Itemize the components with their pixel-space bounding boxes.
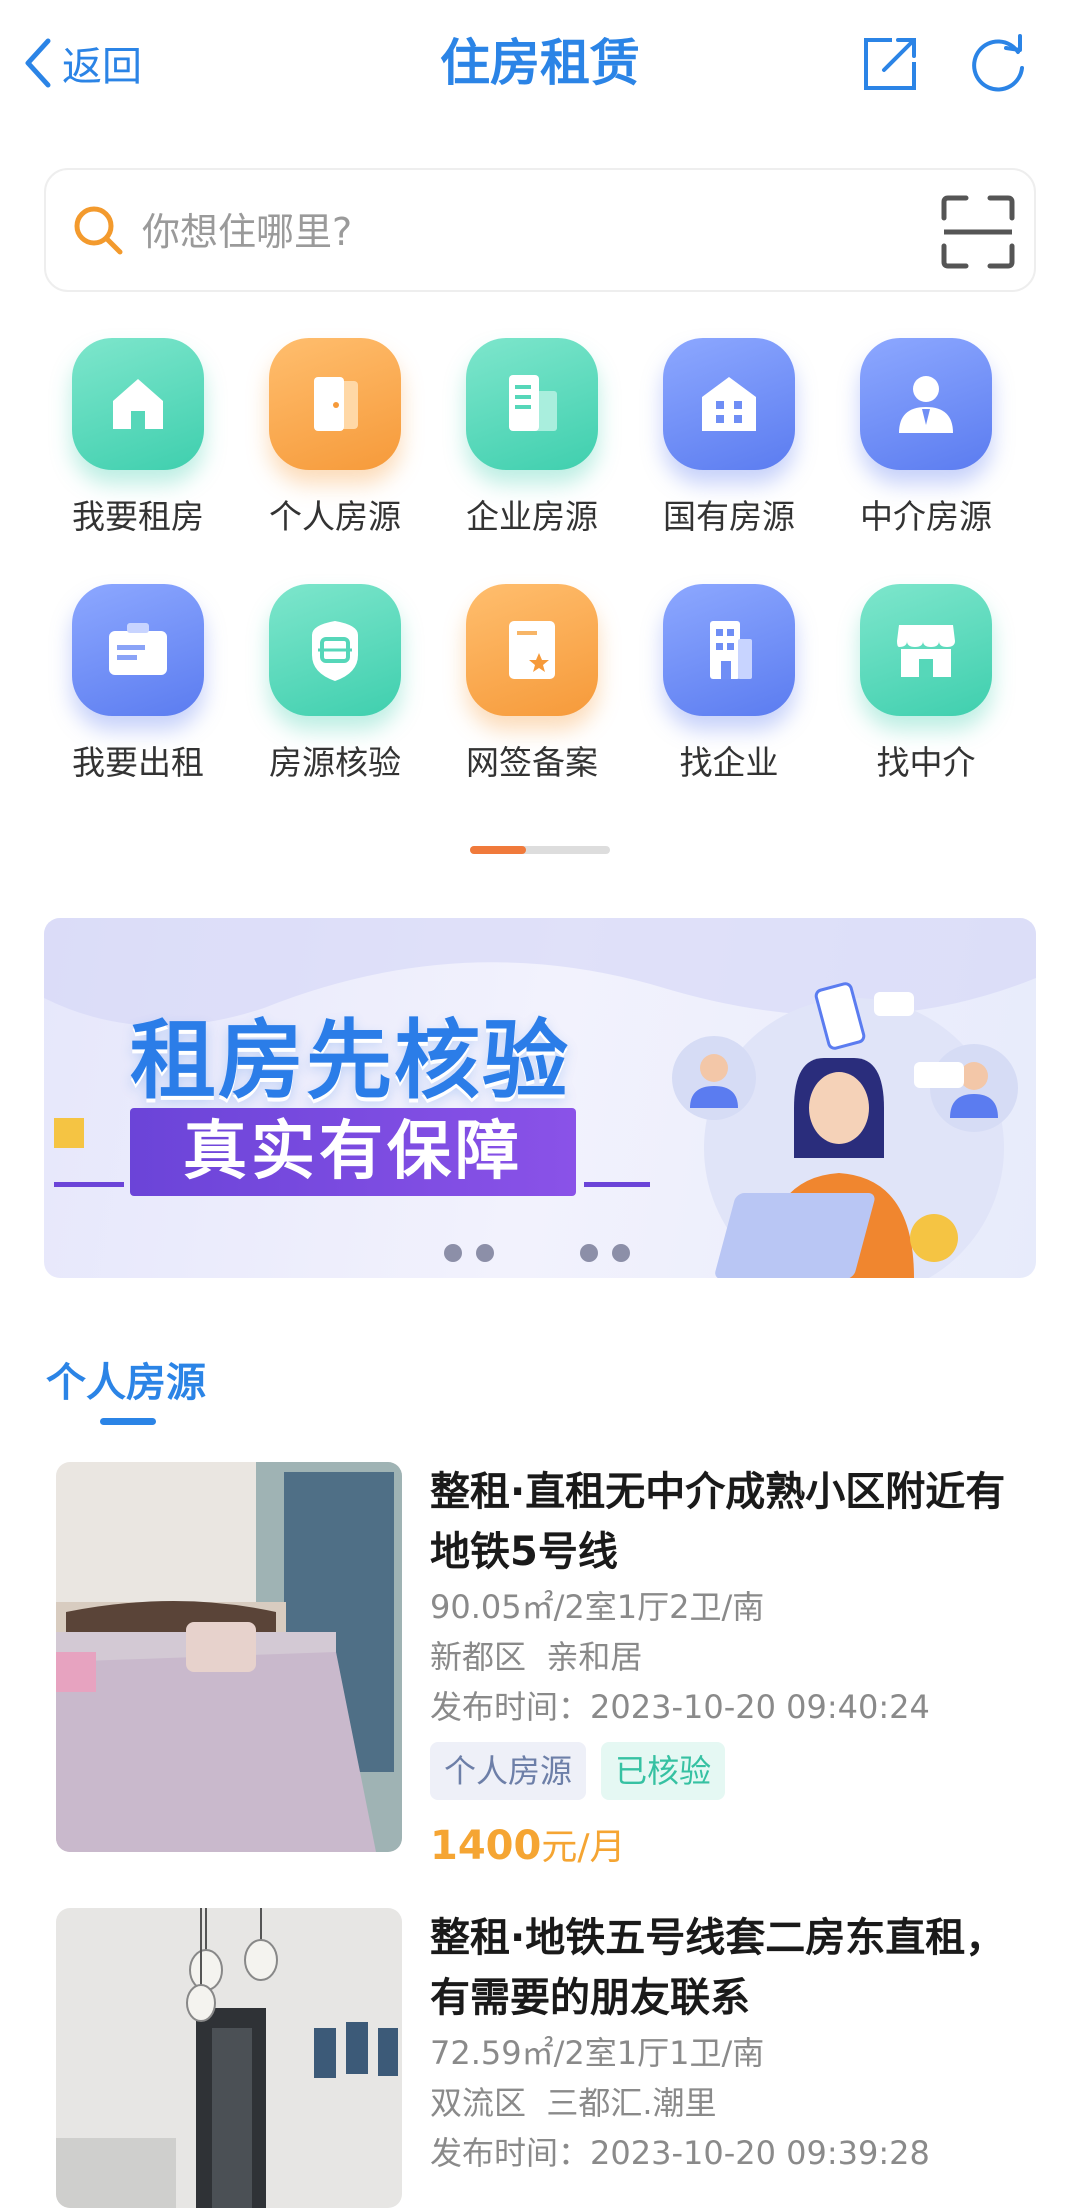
grid-item-listing-verify[interactable]: 房源核验 [227, 576, 423, 786]
grid-item-find-agency[interactable]: 找中介 [818, 576, 1014, 786]
price-unit: 元/月 [541, 1827, 626, 1868]
listing-tags: 个人房源 已核验 [430, 1742, 1040, 1804]
tile [466, 338, 598, 470]
grid-item-rent-out[interactable]: 我要出租 [30, 576, 226, 786]
grid-label: 国有房源 [663, 497, 795, 536]
grid-label: 我要租房 [72, 497, 204, 536]
promo-banner[interactable]: 租房先核验 真实有保障 [44, 918, 1036, 1278]
tile [466, 584, 598, 716]
grid-item-find-company[interactable]: 找企业 [621, 576, 817, 786]
grid-label: 个人房源 [269, 497, 401, 536]
tag-personal-listing: 个人房源 [430, 1742, 587, 1800]
grid-item-personal-listings[interactable]: 个人房源 [227, 330, 423, 540]
grid-label: 房源核验 [269, 743, 401, 782]
price-value: 1400 [430, 1823, 542, 1869]
agent-person-icon [899, 376, 953, 433]
banner-decoration [54, 1118, 84, 1148]
search-input[interactable]: 你想住哪里? [142, 202, 352, 262]
listing-title: 整租·地铁五号线套二房东直租，有需要的朋友联系 [430, 1915, 1006, 2021]
listing-spec: 90.05㎡/2室1厅2卫/南 [430, 1588, 765, 1626]
grid-item-rent[interactable]: 我要租房 [30, 330, 226, 540]
grid-item-contract-filing[interactable]: 网签备案 [424, 576, 620, 786]
refresh-icon[interactable] [966, 32, 1030, 96]
tile [860, 584, 992, 716]
living-room-photo-image [56, 1908, 402, 2208]
grid-label: 找中介 [876, 743, 976, 782]
listing-publish-time: 发布时间：2023-10-20 09:39:28 [430, 2134, 930, 2172]
listing-photo [56, 1908, 402, 2208]
listing-photo [56, 1462, 402, 1852]
search-bar[interactable]: 你想住哪里? [44, 168, 1036, 292]
share-icon[interactable] [858, 32, 922, 96]
listing-title: 整租·直租无中介成熟小区附近有地铁5号线 [430, 1469, 1006, 1575]
grid-item-enterprise-listings[interactable]: 企业房源 [424, 330, 620, 540]
listing-info: 整租·地铁五号线套二房东直租，有需要的朋友联系 72.59㎡/2室1厅1卫/南 … [430, 1908, 1040, 2178]
listing-location: 双流区 三都汇.潮里 [430, 2084, 717, 2122]
tile [72, 338, 204, 470]
tile [860, 338, 992, 470]
grid-label: 找企业 [679, 743, 779, 782]
listing-info: 整租·直租无中介成熟小区附近有地铁5号线 90.05㎡/2室1厅2卫/南 新都区… [430, 1462, 1040, 1870]
nav-bar: 返回 住房租赁 [0, 0, 1080, 130]
grid-item-state-listings[interactable]: 国有房源 [621, 330, 817, 540]
listing-publish-time: 发布时间：2023-10-20 09:40:24 [430, 1688, 930, 1726]
banner-subheadline: 真实有保障 [183, 1115, 523, 1189]
tile [269, 584, 401, 716]
grid-label: 网签备案 [466, 743, 598, 782]
document-building-icon [509, 375, 557, 431]
banner-divider [584, 1182, 650, 1187]
office-building-icon [710, 621, 752, 679]
grid-item-agency-listings[interactable]: 中介房源 [818, 330, 1014, 540]
section-title[interactable]: 个人房源 [46, 1350, 206, 1408]
tile [663, 338, 795, 470]
tile [269, 338, 401, 470]
tile [72, 584, 204, 716]
building-icon [702, 377, 756, 431]
banner-headline: 租房先核验 [130, 1011, 570, 1111]
person-with-laptop-illustration [672, 982, 1018, 1278]
search-icon [74, 206, 123, 255]
listing-card[interactable]: 整租·直租无中介成熟小区附近有地铁5号线 90.05㎡/2室1厅2卫/南 新都区… [56, 1462, 1036, 1869]
certificate-icon [509, 621, 555, 679]
page-indicator-active [470, 846, 526, 854]
listing-location: 新都区 亲和居 [430, 1638, 643, 1676]
tile [663, 584, 795, 716]
listing-card[interactable]: 整租·地铁五号线套二房东直租，有需要的朋友联系 72.59㎡/2室1厅1卫/南 … [56, 1908, 1036, 2208]
storefront-icon [897, 625, 955, 677]
door-icon [314, 377, 358, 431]
bedroom-photo-image [56, 1462, 402, 1852]
grid-label: 中介房源 [860, 497, 992, 536]
tag-verified: 已核验 [601, 1742, 726, 1800]
listing-price: 1400元/月 [430, 1818, 1040, 1870]
briefcase-icon [109, 623, 167, 675]
house-icon [113, 379, 163, 429]
grid-label: 我要出租 [72, 743, 204, 782]
grid-page-indicator [470, 846, 610, 854]
banner-divider [54, 1182, 124, 1187]
face-scan-icon [312, 621, 358, 681]
scan-icon[interactable] [940, 194, 1016, 270]
grid-label: 企业房源 [466, 497, 598, 536]
listing-spec: 72.59㎡/2室1厅1卫/南 [430, 2034, 765, 2072]
section-title-underline [100, 1418, 156, 1425]
